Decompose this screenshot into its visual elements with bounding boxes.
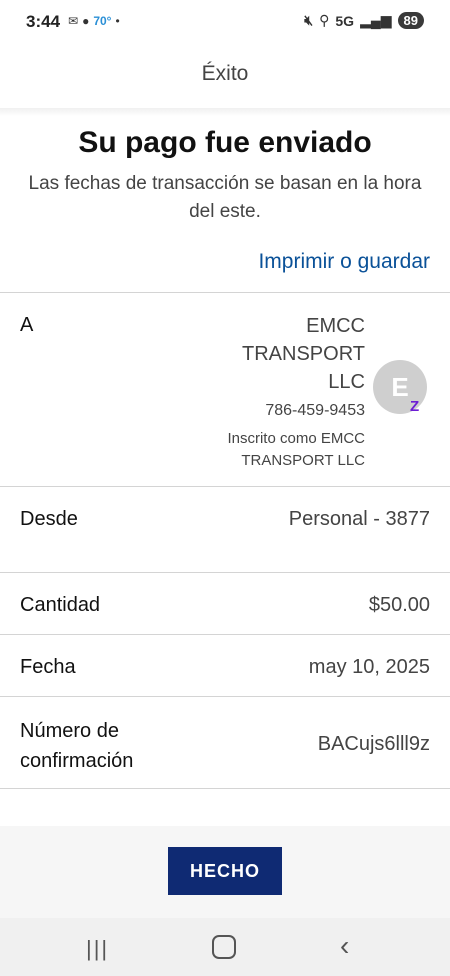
print-save-link[interactable]: Imprimir o guardar	[258, 250, 430, 274]
battery-indicator: 89	[397, 12, 424, 29]
mail-icon: ✉	[68, 14, 79, 28]
status-bar: 3:44 ✉ ● 70° • 🔇︎ ⚲ 5G ▂▄▆ 89	[0, 0, 450, 46]
network-label: 5G	[335, 12, 355, 29]
recipient-enrolled: Inscrito como EMCC TRANSPORT LLC	[227, 430, 365, 469]
recipient-label: A	[20, 314, 34, 336]
mute-icon: 🔇︎	[304, 12, 314, 28]
recipient-name: EMCC TRANSPORT LLC	[242, 315, 365, 393]
location-icon: ⚲	[319, 12, 330, 28]
divider	[0, 634, 450, 635]
divider	[0, 788, 450, 789]
amount-value: $50.00	[368, 594, 430, 616]
from-label: Desde	[20, 508, 78, 530]
done-button[interactable]: HECHO	[168, 847, 282, 895]
header-divider	[0, 108, 450, 116]
confirmation-number-label: Número de confirmación	[20, 720, 134, 772]
zelle-badge-icon: Z	[410, 398, 420, 415]
weather-temperature: 70°	[93, 14, 112, 28]
date-label: Fecha	[20, 656, 76, 678]
amount-label: Cantidad	[20, 594, 101, 616]
divider	[0, 696, 450, 697]
confirmation-number-value: BACujs6lll9z	[317, 733, 430, 755]
from-value: Personal - 3877	[288, 508, 430, 530]
status-time: 3:44	[26, 12, 61, 31]
avatar-letter: E	[391, 371, 409, 402]
confirmation-subtitle: Las fechas de transacción se basan en la…	[28, 173, 422, 222]
divider	[0, 292, 450, 293]
divider	[0, 486, 450, 487]
notification-icons: ✉ ● 70° •	[68, 14, 120, 28]
recent-apps-icon[interactable]: |||	[86, 936, 109, 962]
back-icon[interactable]: ‹	[340, 930, 349, 962]
chat-icon: ●	[82, 14, 90, 28]
dot-icon: •	[115, 14, 120, 28]
divider	[0, 572, 450, 573]
confirmation-title: Su pago fue enviado	[78, 126, 372, 159]
home-icon[interactable]	[212, 935, 236, 959]
system-icons: 🔇︎ ⚲ 5G ▂▄▆ 89	[304, 12, 424, 29]
signal-icon: ▂▄▆	[360, 12, 392, 28]
date-value: may 10, 2025	[308, 656, 430, 678]
recipient-phone: 786-459-9453	[265, 402, 365, 419]
page-title: Éxito	[201, 62, 249, 85]
